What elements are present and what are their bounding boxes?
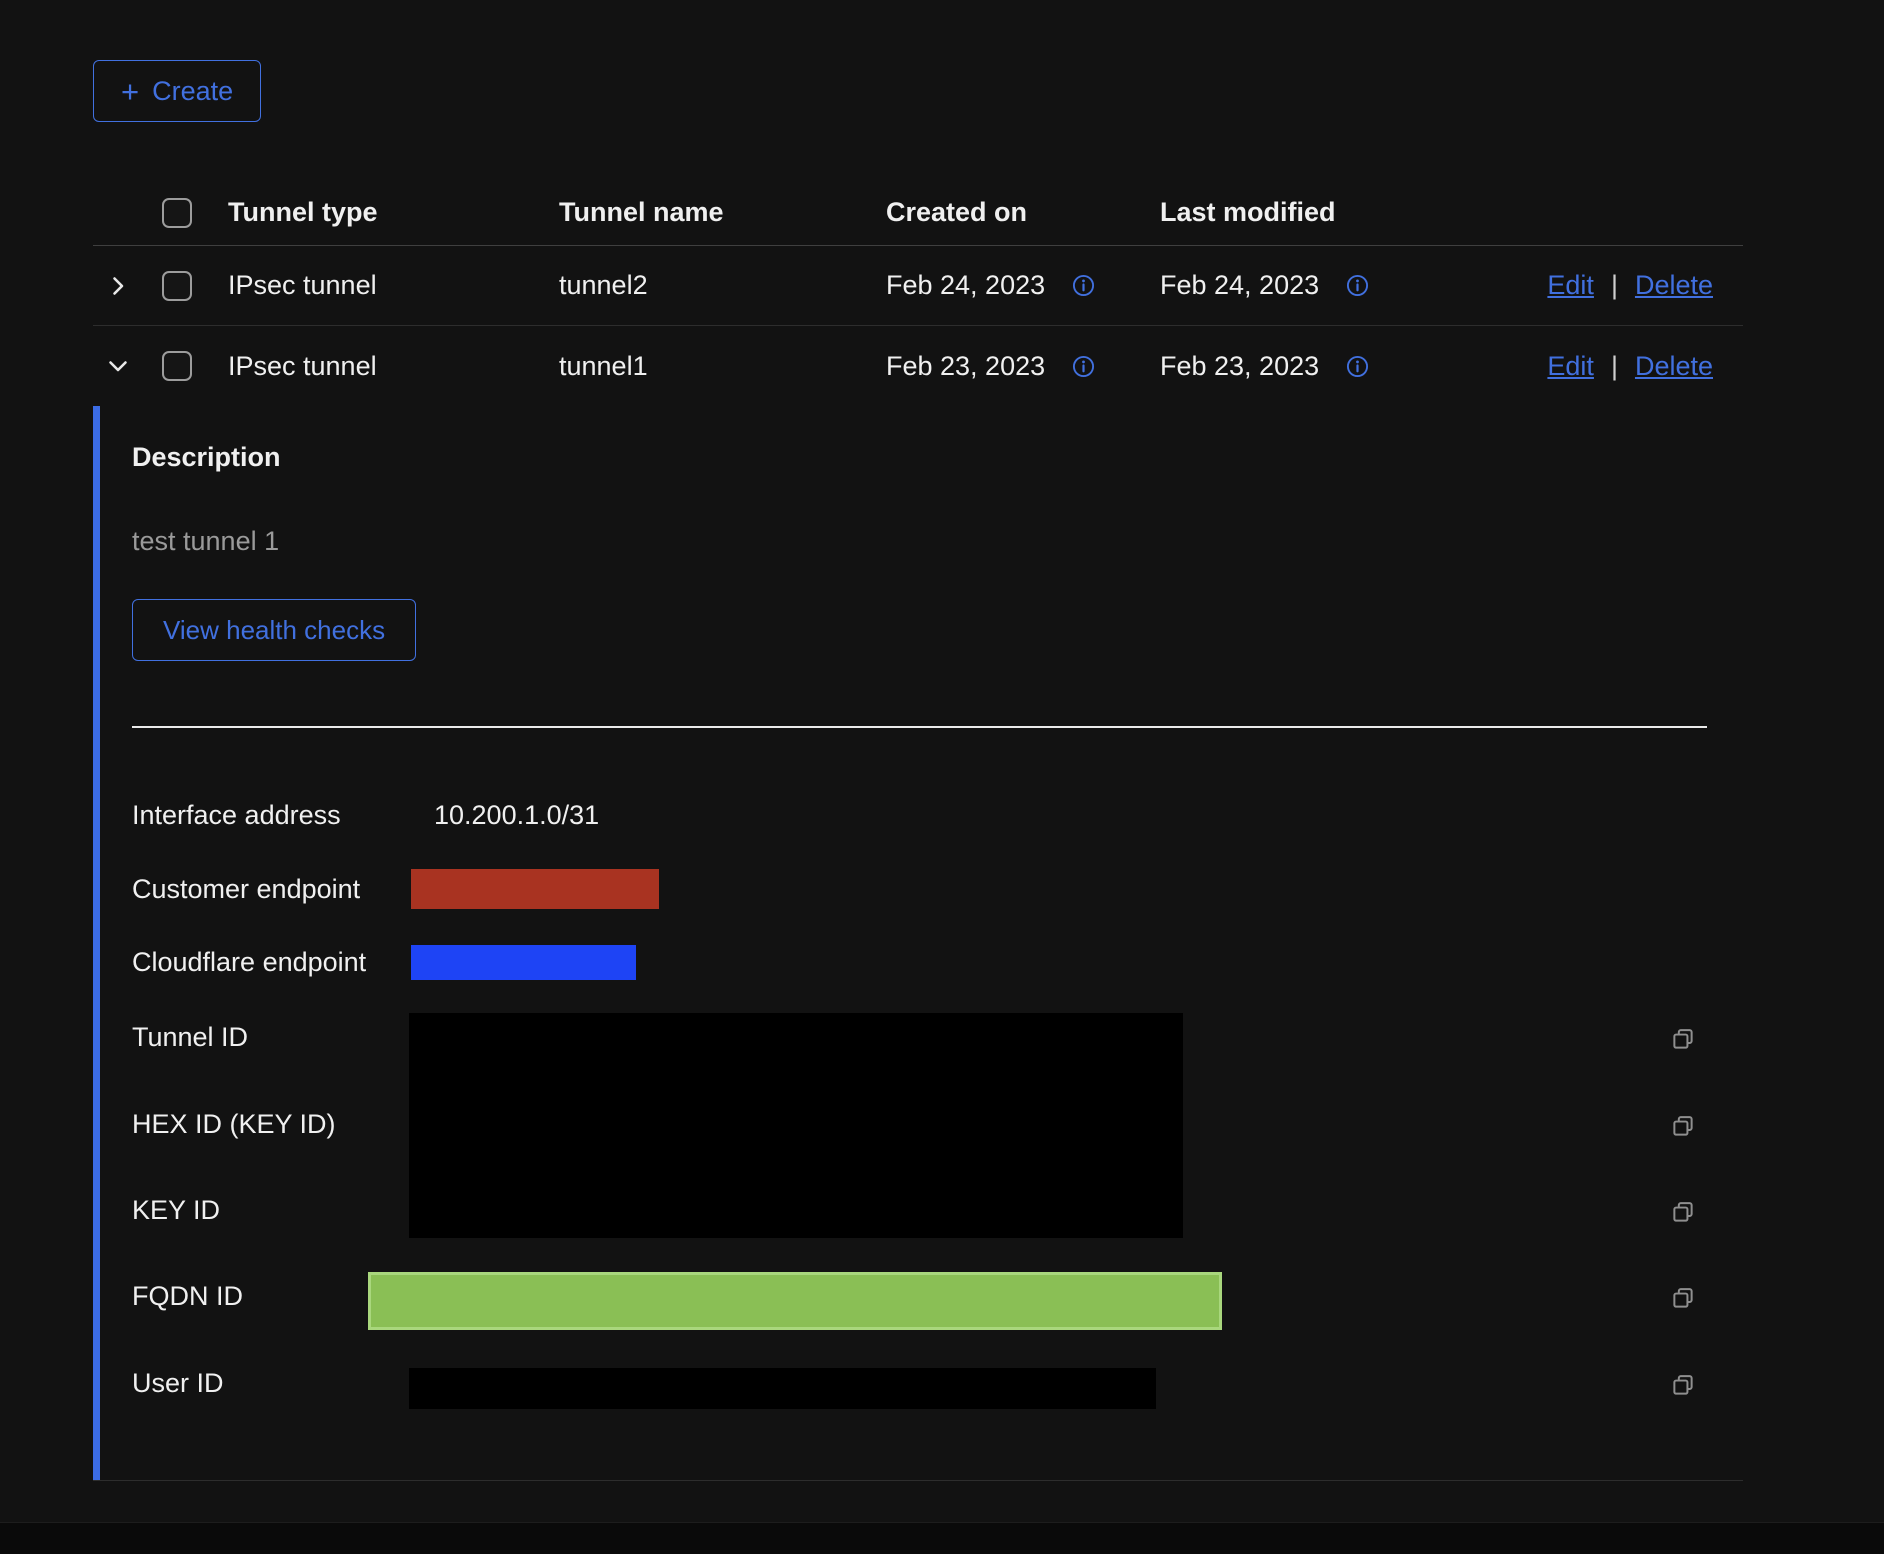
- copy-icon: [1669, 1112, 1697, 1140]
- delete-link[interactable]: Delete: [1635, 270, 1713, 301]
- plus-icon: +: [121, 76, 139, 107]
- info-icon: [1345, 354, 1370, 379]
- bottom-strip: [0, 1522, 1884, 1554]
- link-separator: |: [1611, 270, 1618, 301]
- created-on-info-button[interactable]: [1071, 354, 1096, 379]
- table-header-row: Tunnel type Tunnel name Created on Last …: [93, 180, 1743, 246]
- edit-link[interactable]: Edit: [1547, 270, 1594, 301]
- description-value: test tunnel 1: [132, 526, 279, 557]
- hex-id-label: HEX ID (KEY ID): [132, 1109, 336, 1140]
- detail-accent-bar: [93, 406, 100, 1480]
- checkbox-cell: [153, 271, 228, 301]
- customer-endpoint-redacted-value: [411, 869, 659, 909]
- row-checkbox[interactable]: [162, 351, 192, 381]
- header-created-on: Created on: [886, 197, 1160, 228]
- tunnel-type-cell: IPsec tunnel: [228, 270, 559, 301]
- last-modified-info-button[interactable]: [1345, 354, 1370, 379]
- row-actions: Edit | Delete: [1547, 270, 1743, 301]
- collapse-row-button[interactable]: [106, 354, 130, 378]
- expand-cell: [93, 354, 153, 378]
- last-modified-value: Feb 24, 2023: [1160, 270, 1319, 301]
- header-checkbox-cell: [153, 198, 228, 228]
- tunnel-id-label: Tunnel ID: [132, 1022, 248, 1053]
- customer-endpoint-label: Customer endpoint: [132, 874, 360, 905]
- tunnel-type-cell: IPsec tunnel: [228, 351, 559, 382]
- tunnel-name-cell: tunnel1: [559, 351, 886, 382]
- key-id-label: KEY ID: [132, 1195, 220, 1226]
- chevron-down-icon: [106, 354, 130, 378]
- expand-cell: [93, 274, 153, 298]
- row-checkbox[interactable]: [162, 271, 192, 301]
- copy-icon: [1669, 1025, 1697, 1053]
- header-tunnel-name: Tunnel name: [559, 197, 886, 228]
- table-row-tunnel1: IPsec tunnel tunnel1 Feb 23, 2023 Feb 23…: [93, 326, 1743, 406]
- table-row-tunnel2: IPsec tunnel tunnel2 Feb 24, 2023 Feb 24…: [93, 246, 1743, 326]
- info-icon: [1071, 354, 1096, 379]
- link-separator: |: [1611, 351, 1618, 382]
- copy-hex-id-button[interactable]: [1669, 1112, 1697, 1140]
- copy-icon: [1669, 1284, 1697, 1312]
- user-id-redacted-value: [409, 1368, 1156, 1409]
- row-actions: Edit | Delete: [1547, 351, 1743, 382]
- cloudflare-endpoint-label: Cloudflare endpoint: [132, 947, 366, 978]
- delete-link[interactable]: Delete: [1635, 351, 1713, 382]
- create-button-label: Create: [152, 76, 233, 107]
- expand-row-button[interactable]: [106, 274, 130, 298]
- last-modified-cell: Feb 23, 2023: [1160, 351, 1547, 382]
- created-on-value: Feb 23, 2023: [886, 351, 1045, 382]
- created-on-cell: Feb 24, 2023: [886, 270, 1160, 301]
- info-icon: [1345, 273, 1370, 298]
- copy-icon: [1669, 1198, 1697, 1226]
- copy-fqdn-id-button[interactable]: [1669, 1284, 1697, 1312]
- header-last-modified: Last modified: [1160, 197, 1743, 228]
- chevron-right-icon: [106, 274, 130, 298]
- last-modified-info-button[interactable]: [1345, 273, 1370, 298]
- created-on-value: Feb 24, 2023: [886, 270, 1045, 301]
- description-label: Description: [132, 442, 281, 473]
- view-health-checks-button[interactable]: View health checks: [132, 599, 416, 661]
- fqdn-id-label: FQDN ID: [132, 1281, 243, 1312]
- tunnel-name-cell: tunnel2: [559, 270, 886, 301]
- created-on-cell: Feb 23, 2023: [886, 351, 1160, 382]
- created-on-info-button[interactable]: [1071, 273, 1096, 298]
- copy-user-id-button[interactable]: [1669, 1371, 1697, 1399]
- checkbox-cell: [153, 351, 228, 381]
- tunnel-detail-panel: Description test tunnel 1 View health ch…: [93, 406, 1743, 1481]
- edit-link[interactable]: Edit: [1547, 351, 1594, 382]
- interface-address-value: 10.200.1.0/31: [434, 800, 599, 831]
- fqdn-id-redacted-value: [368, 1272, 1222, 1330]
- create-button[interactable]: + Create: [93, 60, 261, 122]
- info-icon: [1071, 273, 1096, 298]
- select-all-checkbox[interactable]: [162, 198, 192, 228]
- tunnels-table: Tunnel type Tunnel name Created on Last …: [93, 180, 1743, 406]
- detail-divider: [132, 726, 1707, 728]
- last-modified-cell: Feb 24, 2023: [1160, 270, 1547, 301]
- user-id-label: User ID: [132, 1368, 224, 1399]
- copy-tunnel-id-button[interactable]: [1669, 1025, 1697, 1053]
- header-tunnel-type: Tunnel type: [228, 197, 559, 228]
- copy-key-id-button[interactable]: [1669, 1198, 1697, 1226]
- ids-redacted-value: [409, 1013, 1183, 1238]
- copy-icon: [1669, 1371, 1697, 1399]
- interface-address-label: Interface address: [132, 800, 341, 831]
- last-modified-value: Feb 23, 2023: [1160, 351, 1319, 382]
- cloudflare-endpoint-redacted-value: [411, 945, 636, 980]
